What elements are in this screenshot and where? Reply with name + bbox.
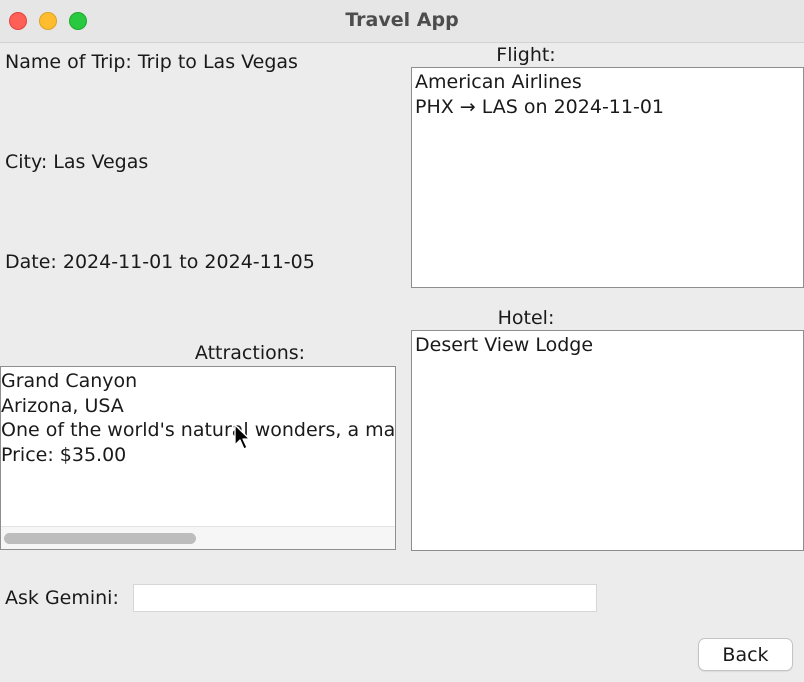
trip-name-label: Name of Trip: Trip to Las Vegas bbox=[5, 51, 298, 73]
attraction-line: Grand Canyon bbox=[1, 370, 138, 392]
back-button[interactable]: Back bbox=[698, 638, 793, 671]
attractions-text-area[interactable]: Grand Canyon Arizona, USA One of the wor… bbox=[0, 366, 396, 550]
horizontal-scrollbar[interactable] bbox=[1, 526, 395, 549]
ask-gemini-input[interactable] bbox=[133, 584, 597, 612]
scrollbar-thumb[interactable] bbox=[4, 533, 196, 544]
mouse-pointer-icon bbox=[234, 424, 251, 450]
title-bar: Travel App bbox=[0, 0, 804, 43]
attraction-line: One of the world's natural wonders, a ma bbox=[1, 419, 396, 441]
window-title: Travel App bbox=[345, 9, 459, 31]
flight-line: PHX → LAS on 2024-11-01 bbox=[415, 95, 665, 118]
city-label: City: Las Vegas bbox=[5, 151, 149, 173]
ask-gemini-label: Ask Gemini: bbox=[5, 587, 119, 609]
flight-text-area[interactable]: American Airlines PHX → LAS on 2024-11-0… bbox=[411, 67, 804, 288]
attractions-heading: Attractions: bbox=[194, 342, 306, 364]
hotel-heading: Hotel: bbox=[497, 307, 555, 329]
flight-heading: Flight: bbox=[496, 44, 556, 66]
attraction-line: Price: $35.00 bbox=[1, 443, 127, 466]
date-label: Date: 2024-11-01 to 2024-11-05 bbox=[5, 251, 315, 273]
flight-line: American Airlines bbox=[415, 71, 582, 93]
attraction-line: Arizona, USA bbox=[1, 394, 124, 417]
